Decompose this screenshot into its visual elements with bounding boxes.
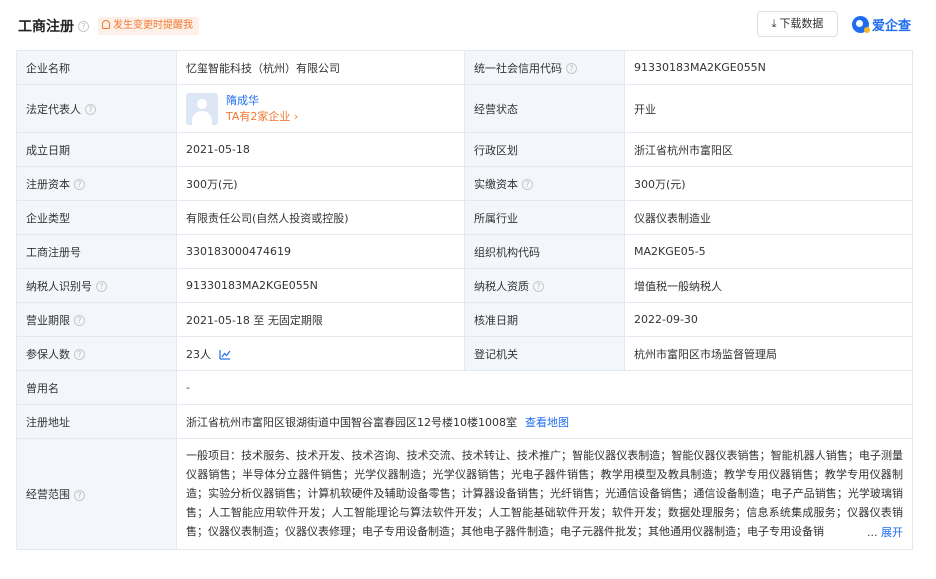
legal-rep-companies-text: TA有2家企业 — [226, 110, 291, 123]
founded-label: 成立日期 — [16, 132, 177, 167]
download-label: 下载数据 — [779, 17, 824, 30]
former-name-value: - — [176, 370, 913, 405]
paid-capital-label: 实缴资本? — [464, 166, 625, 201]
table-row: 经营范围? 一般项目：技术服务、技术开发、技术咨询、技术交流、技术转让、技术推广… — [16, 438, 913, 550]
term-value: 2021-05-18 至 无固定期限 — [176, 302, 465, 337]
help-icon[interactable]: ? — [74, 349, 85, 360]
address-value: 浙江省杭州市富阳区银湖街道中国智谷富春园区12号楼10楼1008室 — [186, 415, 517, 429]
paid-capital-value: 300万(元) — [624, 166, 913, 201]
scope-label: 经营范围? — [16, 438, 177, 550]
insured-value: 23人 — [186, 347, 211, 361]
reg-no-label: 工商注册号 — [16, 234, 177, 269]
section-title-text: 工商注册 — [18, 19, 74, 35]
help-icon[interactable]: ? — [85, 104, 96, 115]
change-remind-button[interactable]: 发生变更时提醒我 — [98, 17, 199, 35]
change-remind-label: 发生变更时提醒我 — [113, 20, 193, 31]
legal-rep-label: 法定代表人? — [16, 84, 177, 133]
legal-rep-label-text: 法定代表人 — [26, 102, 81, 116]
former-name-label: 曾用名 — [16, 370, 177, 405]
table-row: 注册资本? 300万(元) 实缴资本? 300万(元) — [16, 166, 913, 201]
registration-table: 企业名称 忆玺智能科技（杭州）有限公司 统一社会信用代码? 91330183MA… — [16, 50, 913, 550]
credit-code-value: 91330183MA2KGE055N — [624, 50, 913, 85]
term-label-text: 营业期限 — [26, 313, 70, 327]
legal-rep-companies-link[interactable]: TA有2家企业 › — [226, 109, 298, 124]
tax-id-value: 91330183MA2KGE055N — [176, 268, 465, 303]
taxpayer-type-label-text: 纳税人资质 — [474, 279, 529, 293]
trend-chart-icon[interactable] — [219, 349, 231, 360]
industry-value: 仪器仪表制造业 — [624, 200, 913, 235]
table-row: 法定代表人? 隋成华 TA有2家企业 › 经营状态 开业 — [16, 84, 913, 133]
taxpayer-type-label: 纳税人资质? — [464, 268, 625, 303]
approve-date-value: 2022-09-30 — [624, 302, 913, 337]
help-icon[interactable]: ? — [533, 281, 544, 292]
avatar[interactable] — [186, 92, 218, 125]
term-label: 营业期限? — [16, 302, 177, 337]
authority-value: 杭州市富阳区市场监督管理局 — [624, 336, 913, 371]
brand-name: 爱企查 — [872, 18, 912, 34]
insured-label: 参保人数? — [16, 336, 177, 371]
scope-cell: 一般项目：技术服务、技术开发、技术咨询、技术交流、技术转让、技术推广；智能仪器仪… — [176, 438, 913, 550]
company-type-value: 有限责任公司(自然人投资或控股) — [176, 200, 465, 235]
legal-rep-cell: 隋成华 TA有2家企业 › — [176, 84, 465, 133]
help-icon[interactable]: ? — [522, 179, 533, 190]
address-label: 注册地址 — [16, 404, 177, 439]
address-cell: 浙江省杭州市富阳区银湖街道中国智谷富春园区12号楼10楼1008室 查看地图 — [176, 404, 913, 439]
table-row: 注册地址 浙江省杭州市富阳区银湖街道中国智谷富春园区12号楼10楼1008室 查看… — [16, 404, 913, 439]
region-label: 行政区划 — [464, 132, 625, 167]
tax-id-label: 纳税人识别号? — [16, 268, 177, 303]
help-icon[interactable]: ? — [566, 63, 577, 74]
scope-label-text: 经营范围 — [26, 488, 70, 501]
credit-code-label: 统一社会信用代码? — [464, 50, 625, 85]
status-label: 经营状态 — [464, 84, 625, 133]
reg-capital-label-text: 注册资本 — [26, 177, 70, 191]
help-icon[interactable]: ? — [78, 21, 89, 32]
download-icon: ⤓ — [771, 17, 777, 30]
approve-date-label: 核准日期 — [464, 302, 625, 337]
table-row: 纳税人识别号? 91330183MA2KGE055N 纳税人资质? 增值税一般纳… — [16, 268, 913, 303]
reg-capital-value: 300万(元) — [176, 166, 465, 201]
credit-code-label-text: 统一社会信用代码 — [474, 61, 562, 75]
scope-value: 一般项目：技术服务、技术开发、技术咨询、技术交流、技术转让、技术推广；智能仪器仪… — [186, 449, 903, 538]
company-name-value: 忆玺智能科技（杭州）有限公司 — [176, 50, 465, 85]
company-type-label: 企业类型 — [16, 200, 177, 235]
table-row: 工商注册号 330183000474619 组织机构代码 MA2KGE05-5 — [16, 234, 913, 269]
download-data-button[interactable]: ⤓ 下载数据 — [757, 11, 838, 37]
org-code-label: 组织机构代码 — [464, 234, 625, 269]
help-icon[interactable]: ? — [74, 489, 85, 501]
authority-label: 登记机关 — [464, 336, 625, 371]
table-row: 参保人数? 23人 登记机关 杭州市富阳区市场监督管理局 — [16, 336, 913, 371]
table-row: 营业期限? 2021-05-18 至 无固定期限 核准日期 2022-09-30 — [16, 302, 913, 337]
tax-id-label-text: 纳税人识别号 — [26, 279, 92, 293]
industry-label: 所属行业 — [464, 200, 625, 235]
insured-label-text: 参保人数 — [26, 347, 70, 361]
reg-capital-label: 注册资本? — [16, 166, 177, 201]
legal-rep-name-link[interactable]: 隋成华 — [226, 93, 298, 108]
expand-button[interactable]: ... 展开 — [863, 523, 903, 542]
table-row: 企业名称 忆玺智能科技（杭州）有限公司 统一社会信用代码? 91330183MA… — [16, 50, 913, 85]
brand-logo: 爱企查 — [852, 14, 911, 34]
table-row: 企业类型 有限责任公司(自然人投资或控股) 所属行业 仪器仪表制造业 — [16, 200, 913, 235]
view-map-link[interactable]: 查看地图 — [525, 416, 569, 429]
table-row: 曾用名 - — [16, 370, 913, 405]
status-value: 开业 — [624, 84, 913, 133]
chevron-right-icon: › — [293, 110, 299, 123]
expand-label: 展开 — [881, 526, 903, 539]
paid-capital-label-text: 实缴资本 — [474, 177, 518, 191]
ellipsis: ... — [867, 526, 878, 539]
reg-no-value: 330183000474619 — [176, 234, 465, 269]
section-title: 工商注册 ? — [18, 16, 89, 36]
aiqicha-logo-icon — [852, 15, 870, 33]
founded-value: 2021-05-18 — [176, 132, 465, 167]
org-code-value: MA2KGE05-5 — [624, 234, 913, 269]
region-value: 浙江省杭州市富阳区 — [624, 132, 913, 167]
bell-icon — [102, 20, 110, 29]
help-icon[interactable]: ? — [96, 281, 107, 292]
company-name-label: 企业名称 — [16, 50, 177, 85]
help-icon[interactable]: ? — [74, 179, 85, 190]
help-icon[interactable]: ? — [74, 315, 85, 326]
insured-cell: 23人 — [176, 336, 465, 371]
taxpayer-type-value: 增值税一般纳税人 — [624, 268, 913, 303]
section-header: 工商注册 ? 发生变更时提醒我 ⤓ 下载数据 爱企查 — [0, 0, 936, 46]
table-row: 成立日期 2021-05-18 行政区划 浙江省杭州市富阳区 — [16, 132, 913, 167]
